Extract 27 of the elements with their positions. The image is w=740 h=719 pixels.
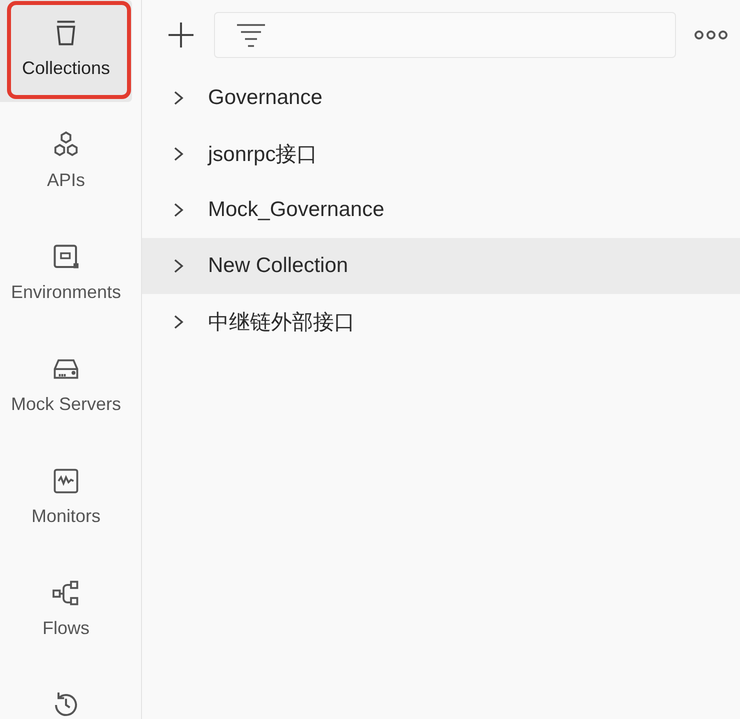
chevron-icon[interactable]: [172, 90, 186, 106]
collection-row[interactable]: New Collection: [142, 238, 740, 294]
collection-name: Mock_Governance: [208, 198, 384, 222]
chevron-icon[interactable]: [172, 202, 186, 218]
chevron-icon[interactable]: [172, 146, 186, 162]
collection-row[interactable]: Mock_Governance: [142, 182, 740, 238]
collection-row[interactable]: Governance: [142, 70, 740, 126]
monitor-icon: [51, 466, 81, 496]
sidebar-item[interactable]: Flows: [0, 560, 132, 662]
chevron-icon[interactable]: [172, 258, 186, 274]
collection-row[interactable]: 中继链外部接口: [142, 294, 740, 350]
sidebar-item[interactable]: Environments: [0, 224, 132, 326]
collection-name: 中继链外部接口: [208, 310, 355, 336]
sidebar-item[interactable]: APIs: [0, 112, 132, 214]
more-icon[interactable]: [694, 28, 728, 42]
filter-icon: [235, 22, 267, 48]
chevron-icon[interactable]: [172, 314, 186, 330]
collection-name: Governance: [208, 86, 322, 110]
sidebar-item[interactable]: Collections: [0, 0, 132, 102]
collection-name: jsonrpc接口: [208, 142, 318, 168]
plus-icon[interactable]: [166, 20, 196, 50]
flows-icon: [51, 578, 81, 608]
filter-field[interactable]: [214, 12, 676, 58]
sidebar-item[interactable]: Mock Servers: [0, 336, 132, 438]
collection-name: New Collection: [208, 254, 348, 278]
sidebar-item[interactable]: Monitors: [0, 448, 132, 550]
collection-row[interactable]: jsonrpc接口: [142, 126, 740, 182]
